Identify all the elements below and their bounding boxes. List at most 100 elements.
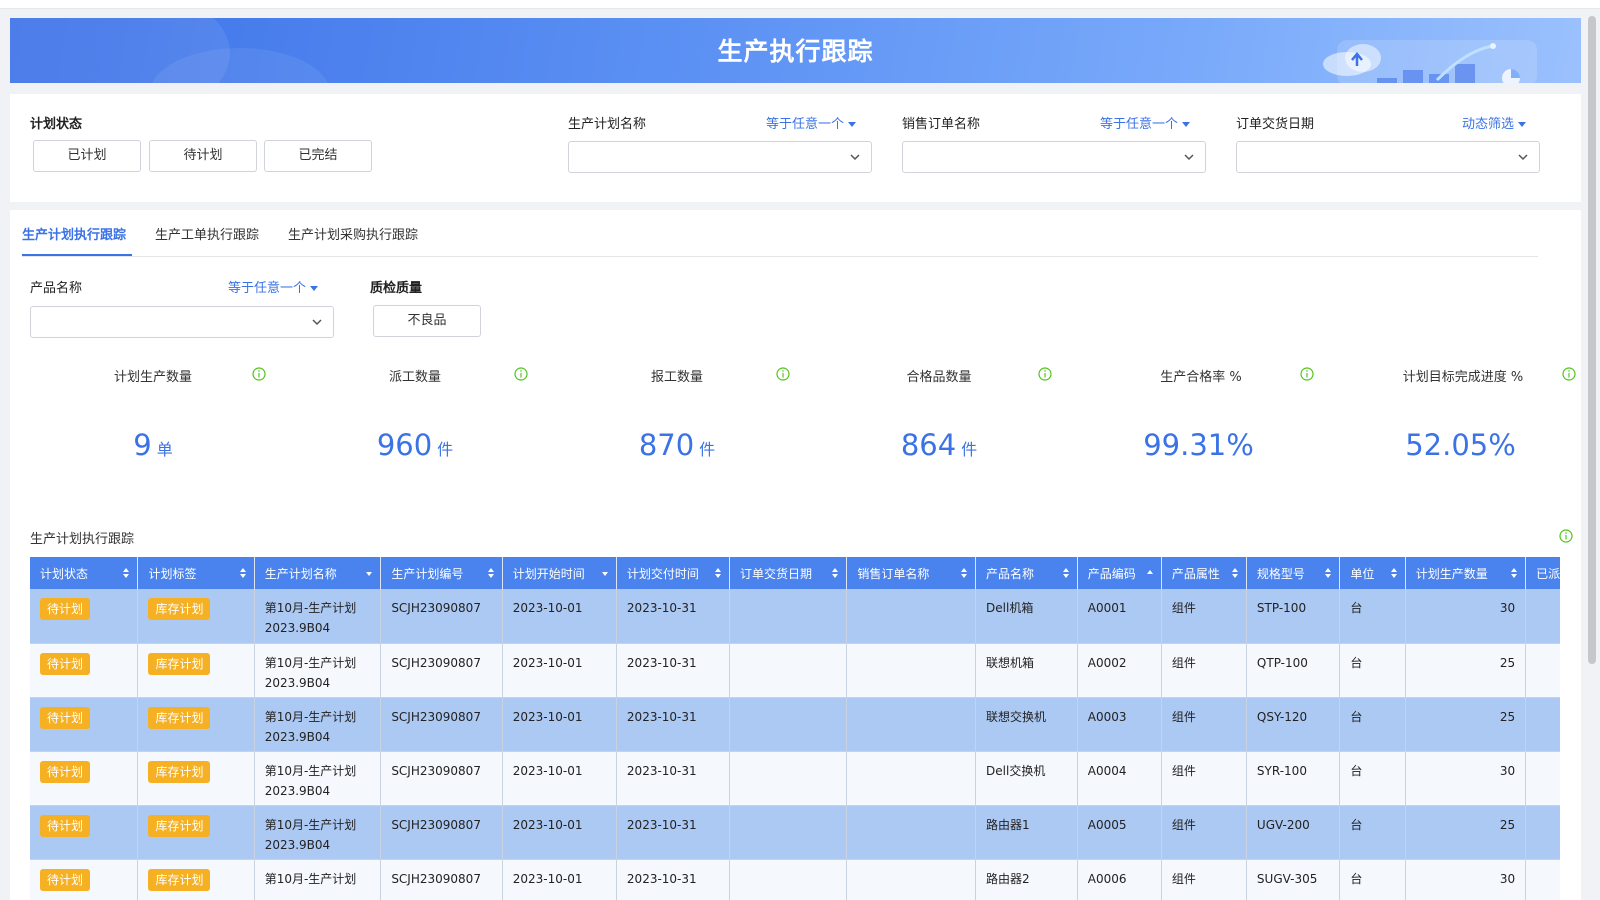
col-header[interactable]: 规格型号	[1246, 557, 1341, 589]
info-icon[interactable]	[776, 367, 790, 381]
col-header[interactable]: 生产计划名称	[254, 557, 382, 589]
col-header[interactable]: 产品编码	[1077, 557, 1162, 589]
table-row[interactable]: 待计划 库存计划 第10月-生产计划 2023.9B04 SCJH23090807…	[30, 697, 1560, 752]
table-row[interactable]: 待计划 库存计划 第10月-生产计划 2023.9B04 SCJH23090807…	[30, 805, 1560, 860]
col-header[interactable]: 产品属性	[1161, 557, 1247, 589]
delivery-date-select[interactable]	[1236, 141, 1540, 173]
plan-name-line: 第10月-生产计划	[264, 763, 357, 778]
plan-tracking-table[interactable]: 计划状态 计划标签 生产计划名称 生产计划编号 计划开始时间 计划交付时间 订单…	[30, 557, 1560, 900]
cell-plan-name: 第10月-生产计划 2023.9B04	[254, 751, 382, 806]
info-icon[interactable]	[1562, 367, 1576, 381]
col-header-label: 已派工数	[1536, 566, 1560, 581]
active-tab-indicator	[22, 254, 132, 256]
col-header-label: 计划状态	[40, 566, 89, 581]
page-scrollbar[interactable]	[1588, 16, 1596, 664]
sort-icon[interactable]	[487, 567, 495, 579]
kpi-title: 合格品数量	[906, 370, 972, 385]
col-header[interactable]: 计划标签	[137, 557, 255, 589]
cell-plan-name: 第10月-生产计划	[254, 859, 382, 900]
cell-status: 待计划	[30, 859, 139, 900]
info-icon[interactable]	[514, 367, 528, 381]
col-header-label: 产品编码	[1087, 566, 1136, 581]
cell-order-date	[729, 805, 848, 860]
sort-icon[interactable]	[960, 567, 968, 579]
status-closed-button[interactable]: 已完结	[264, 140, 372, 172]
sort-desc-icon[interactable]	[365, 567, 373, 579]
col-header[interactable]: 计划开始时间	[502, 557, 617, 589]
table-row[interactable]: 待计划 库存计划 第10月-生产计划 SCJH23090807 2023-10-…	[30, 859, 1560, 900]
sales-order-operator[interactable]: 等于任意一个	[1100, 113, 1191, 132]
kpi-value: 9单	[22, 428, 284, 462]
sort-icon[interactable]	[1231, 567, 1239, 579]
kpi-title: 报工数量	[650, 370, 703, 385]
info-icon[interactable]	[1559, 529, 1573, 543]
sort-icon[interactable]	[1062, 567, 1070, 579]
status-tag: 待计划	[40, 598, 91, 620]
delivery-date-label: 订单交货日期	[1236, 117, 1315, 132]
cell-plan-code: SCJH23090807	[380, 805, 503, 860]
kpi-target-progress: 计划目标完成进度 % 52.05%	[1332, 350, 1594, 490]
kpi-number: 864	[900, 428, 957, 462]
sort-icon[interactable]	[1510, 567, 1518, 579]
cell-attr: 组件	[1161, 643, 1247, 698]
status-tag: 待计划	[40, 652, 91, 675]
cell-start: 2023-10-01	[502, 859, 617, 900]
cell-product: 联想交换机	[975, 697, 1078, 752]
plan-name-operator[interactable]: 等于任意一个	[766, 113, 857, 132]
caret-down-icon	[1518, 122, 1527, 127]
sales-order-operator-text: 等于任意一个	[1100, 117, 1179, 132]
sort-icon[interactable]	[1324, 567, 1332, 579]
cell-unit: 台	[1339, 859, 1406, 900]
info-icon[interactable]	[1300, 367, 1314, 381]
col-header-label: 计划生产数量	[1415, 566, 1488, 581]
col-header[interactable]: 单位	[1339, 557, 1406, 589]
info-icon[interactable]	[252, 367, 266, 381]
status-planned-button[interactable]: 已计划	[33, 140, 141, 172]
cell-status: 待计划	[30, 697, 139, 752]
sort-icon[interactable]	[714, 567, 722, 579]
col-header[interactable]: 已派工数	[1525, 557, 1560, 589]
cell-start: 2023-10-01	[502, 589, 617, 644]
table-row[interactable]: 待计划 库存计划 第10月-生产计划 2023.9B04 SCJH23090807…	[30, 751, 1560, 806]
info-icon[interactable]	[1038, 367, 1052, 381]
col-header[interactable]: 生产计划编号	[380, 557, 503, 589]
sales-order-select[interactable]	[902, 141, 1206, 173]
sort-desc-icon[interactable]	[601, 567, 609, 579]
sort-icon[interactable]	[122, 567, 130, 579]
defective-filter-button[interactable]: 不良品	[373, 305, 481, 337]
plan-tag: 库存计划	[148, 652, 211, 675]
plan-name-select[interactable]	[568, 141, 872, 173]
tab-workorder-tracking[interactable]: 生产工单执行跟踪	[155, 224, 259, 243]
col-header[interactable]: 计划交付时间	[616, 557, 731, 589]
cell-dispatched	[1525, 643, 1560, 698]
col-header[interactable]: 计划生产数量	[1405, 557, 1527, 589]
tab-purchase-tracking[interactable]: 生产计划采购执行跟踪	[288, 224, 418, 243]
col-header[interactable]: 销售订单名称	[846, 557, 977, 589]
sort-asc-icon[interactable]	[1146, 567, 1154, 579]
status-tag: 待计划	[40, 814, 91, 837]
cell-deliver: 2023-10-31	[616, 589, 731, 644]
caret-down-icon	[1182, 122, 1191, 127]
cell-product-code: A0005	[1077, 805, 1162, 860]
product-name-select[interactable]	[30, 306, 334, 338]
cell-status: 待计划	[30, 751, 139, 806]
cell-tag: 库存计划	[137, 751, 255, 806]
sort-icon[interactable]	[1390, 567, 1398, 579]
col-header[interactable]: 计划状态	[30, 557, 139, 589]
cell-attr: 组件	[1161, 805, 1247, 860]
delivery-date-operator[interactable]: 动态筛选	[1462, 113, 1527, 132]
product-name-operator[interactable]: 等于任意一个	[228, 277, 319, 296]
status-pending-button[interactable]: 待计划	[149, 140, 257, 172]
cell-plan-code: SCJH23090807	[380, 643, 503, 698]
sort-icon[interactable]	[831, 567, 839, 579]
sort-icon[interactable]	[239, 567, 247, 579]
col-header[interactable]: 订单交货日期	[729, 557, 848, 589]
plan-tag: 库存计划	[148, 814, 211, 837]
cell-product: 路由器1	[975, 805, 1078, 860]
table-row[interactable]: 待计划 库存计划 第10月-生产计划 2023.9B04 SCJH23090807…	[30, 643, 1560, 698]
tab-plan-tracking[interactable]: 生产计划执行跟踪	[22, 224, 126, 243]
cell-unit: 台	[1339, 589, 1406, 644]
table-row[interactable]: 待计划 库存计划 第10月-生产计划 2023.9B04 SCJH23090807…	[30, 589, 1560, 644]
cell-qty: 30	[1405, 589, 1527, 644]
col-header[interactable]: 产品名称	[975, 557, 1078, 589]
